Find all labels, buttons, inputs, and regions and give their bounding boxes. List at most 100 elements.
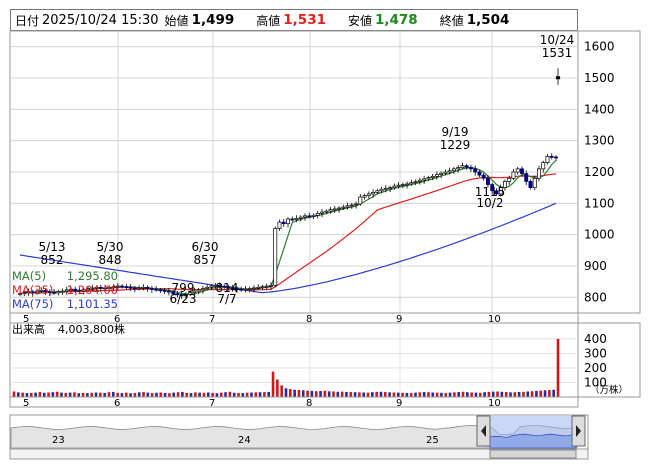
candle-body — [520, 168, 524, 174]
volume-bar — [68, 392, 72, 397]
volume-bar — [159, 392, 163, 397]
volume-tick-label: 300 — [584, 346, 607, 360]
ma-legend-name: MA(5) — [12, 269, 46, 283]
candle-body — [460, 165, 465, 168]
volume-bar — [77, 393, 81, 397]
volume-bar — [457, 392, 460, 397]
candle-body — [443, 171, 448, 174]
candle-body — [132, 287, 137, 290]
candle-body — [477, 171, 482, 176]
volume-bar — [150, 393, 154, 397]
volume-bar — [453, 392, 456, 397]
candle-body — [162, 290, 167, 292]
volume-bar — [332, 391, 335, 397]
volume-bar — [483, 392, 486, 397]
candle-body — [239, 288, 244, 291]
candle-body — [426, 177, 431, 180]
volume-bar — [155, 392, 158, 397]
volume-bar — [306, 390, 309, 397]
volume-bar — [340, 391, 344, 397]
annotation-value: 857 — [194, 253, 217, 267]
volume-bar — [202, 392, 206, 397]
volume-bar — [107, 392, 111, 397]
volume-bar — [34, 392, 37, 397]
candle-body — [413, 181, 418, 184]
candle-body — [366, 193, 371, 196]
volume-bar — [254, 392, 258, 397]
year-label-24: 24 — [238, 435, 251, 446]
volume-bar — [371, 392, 374, 397]
volume-bar — [280, 385, 283, 397]
candle-body — [371, 192, 376, 195]
candle-body — [200, 288, 205, 291]
volume-bar — [38, 392, 42, 397]
ma-legend-value: 1,295.80 — [67, 269, 118, 283]
candle-body — [328, 209, 333, 212]
candle-body — [439, 172, 444, 175]
ma-legend-value: 1,101.35 — [67, 297, 118, 311]
volume-bar — [349, 392, 353, 397]
candle-body — [277, 221, 282, 229]
volume-bar — [396, 392, 400, 397]
candle-body — [303, 215, 307, 218]
candle-body — [354, 203, 359, 206]
price-tick-label: 1300 — [584, 134, 615, 148]
volume-bar — [401, 392, 404, 397]
candle-body — [515, 168, 520, 173]
price-tick-label: 1000 — [584, 228, 615, 242]
volume-bar — [133, 392, 137, 397]
volume-bar — [263, 392, 266, 397]
ma-legend-name: MA(25) — [12, 283, 53, 297]
volume-bar — [103, 392, 106, 397]
volume-bar — [375, 391, 378, 397]
candle-body — [154, 288, 159, 291]
candle-body — [549, 155, 554, 158]
volume-bar — [99, 392, 102, 397]
annotation-date: 5/30 — [97, 240, 124, 254]
volume-bar — [293, 389, 296, 397]
candle-body — [379, 188, 384, 192]
volume-bar — [405, 392, 409, 397]
candle-body — [349, 204, 354, 207]
year-label-25: 25 — [426, 435, 439, 446]
scrollbar-thumb[interactable] — [489, 449, 577, 459]
volume-bar — [142, 392, 145, 397]
month-label: 10 — [488, 398, 501, 409]
ma-legend-name: MA(75) — [12, 297, 53, 311]
volume-bar — [25, 393, 29, 397]
candle-body — [545, 155, 550, 163]
volume-bar — [427, 392, 430, 397]
ma-legend-value: 1,204.00 — [67, 283, 118, 297]
candle-body — [281, 221, 286, 225]
volume-bar — [12, 391, 16, 397]
candle-body — [447, 170, 452, 173]
candle-body — [149, 288, 154, 290]
annotation-date: 10/24 — [540, 33, 575, 47]
candle-body — [392, 185, 397, 189]
volume-bar — [284, 388, 288, 397]
volume-bar — [289, 389, 292, 397]
candle-body — [541, 162, 546, 170]
candle-body — [345, 205, 350, 208]
volume-bar — [172, 392, 176, 397]
volume-bar — [237, 392, 240, 397]
candle-body — [388, 187, 393, 190]
candle-body — [528, 181, 533, 189]
volume-bar — [414, 392, 417, 397]
volume-bar — [466, 392, 469, 397]
price-tick-label: 900 — [584, 259, 607, 273]
volume-bar — [323, 390, 327, 397]
candle-body — [362, 195, 367, 198]
volume-bar — [474, 392, 478, 397]
price-tick-label: 800 — [584, 290, 607, 304]
volume-bar — [129, 393, 132, 397]
volume-bar — [336, 391, 340, 397]
candle-body — [124, 286, 129, 289]
volume-bar — [120, 393, 124, 397]
volume-bar — [470, 392, 473, 397]
volume-bar — [409, 393, 413, 397]
volume-bar — [47, 392, 50, 397]
candle-body — [243, 288, 248, 291]
annotation-value: 848 — [99, 253, 122, 267]
candle-body — [158, 289, 163, 292]
